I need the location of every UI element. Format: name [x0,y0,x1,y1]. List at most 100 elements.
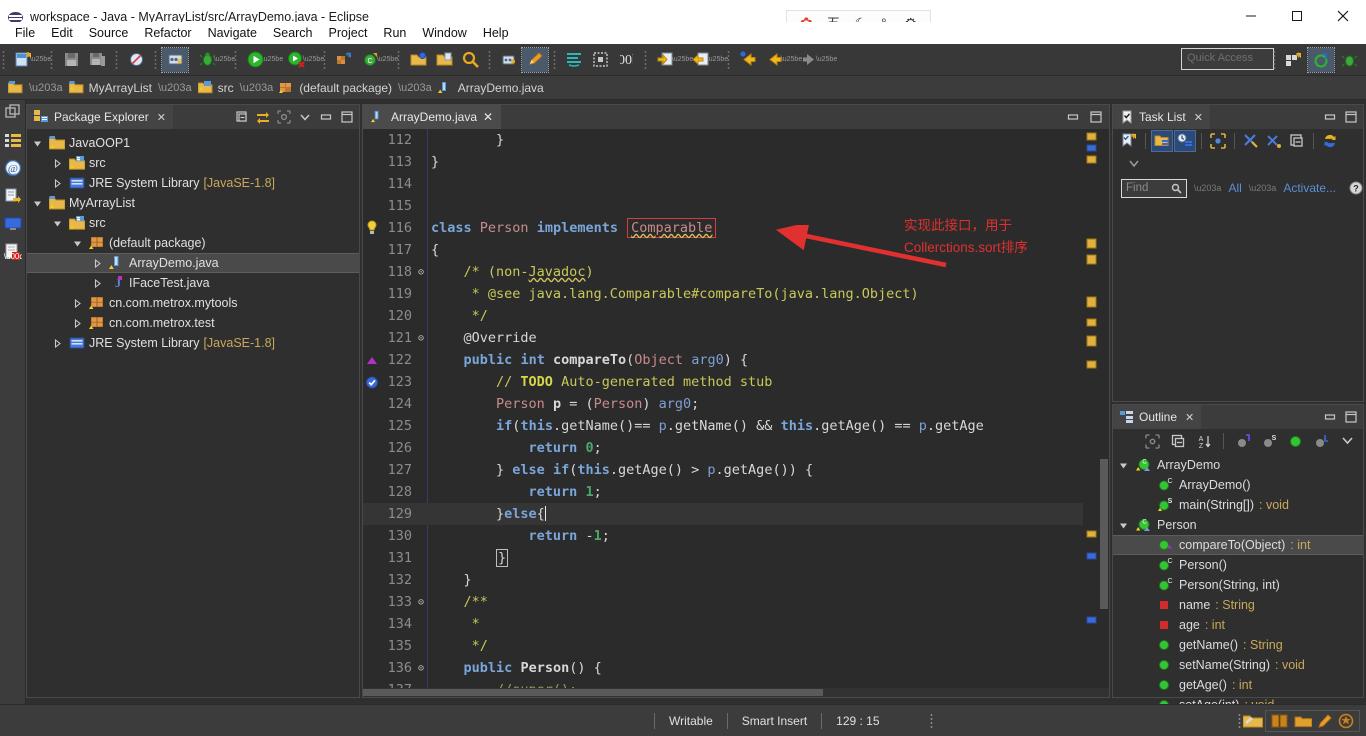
tree-item[interactable]: cn.com.metrox.mytools [27,293,359,313]
minimize-icon[interactable] [1322,409,1338,425]
book-icon[interactable] [1271,713,1289,729]
code-line[interactable]: 133 ⊝ /** [363,591,1083,613]
coverage-dropdown[interactable]: \u25be [303,48,324,72]
help-icon[interactable]: ? [1349,181,1363,195]
breadcrumb-root-icon[interactable] [8,80,23,95]
code-line[interactable]: 123 // TODO Auto-generated method stub [363,371,1083,393]
next-annotation-dropdown[interactable]: \u25be [672,48,693,72]
menu-source[interactable]: Source [81,24,137,43]
edit-button[interactable] [521,46,549,73]
outline-item[interactable]: age: int [1113,615,1363,635]
save-button[interactable] [58,48,84,72]
collapse-all-icon[interactable] [1287,131,1307,151]
synchronize-icon[interactable] [1320,131,1340,151]
restore-perspective-icon[interactable] [3,102,23,122]
debug-perspective-button[interactable] [1336,48,1362,72]
sort-icon[interactable]: A Z [1194,431,1214,451]
outline-tree[interactable]: C ArrayDemo C ArrayDemo() Smain(String[]): v… [1113,453,1363,715]
hide-nonpublic-icon[interactable] [1285,431,1305,451]
outline-item[interactable]: Smain(String[]): void [1113,495,1363,515]
code-line[interactable]: 125 if(this.getName()== p.getName() && t… [363,415,1083,437]
gutter-marker-override[interactable] [365,352,379,368]
menu-search[interactable]: Search [265,24,321,43]
menu-project[interactable]: Project [321,24,376,43]
tree-item[interactable]: JRE System Library [JavaSE-1.8] [27,173,359,193]
outline-item[interactable]: compareTo(Object): int [1113,535,1363,555]
tree-item[interactable]: (default package) [27,233,359,253]
maximize-editor-icon[interactable] [1088,109,1104,125]
hide-static-icon[interactable]: S [1259,431,1279,451]
debug-button[interactable] [194,48,220,72]
previous-annotation-button[interactable] [687,48,713,72]
toggle-block-selection-button[interactable] [561,48,587,72]
collapse-all-icon[interactable] [234,109,250,125]
link-with-editor-icon[interactable] [255,109,271,125]
tree-item[interactable]: src [27,213,359,233]
declaration-rail-icon[interactable] [3,186,23,206]
code-line[interactable]: 126 return 0; [363,437,1083,459]
focus-icon[interactable] [276,109,292,125]
fold-toggle-icon[interactable]: ⊝ [415,663,427,674]
tree-twisty-icon[interactable] [73,239,85,248]
code-line[interactable]: 130 return -1; [363,525,1083,547]
tab-task-list[interactable]: Task List ✕ [1113,105,1210,129]
code-line[interactable]: 112 } [363,129,1083,151]
tree-twisty-icon[interactable] [53,338,65,348]
code-line[interactable]: 135 */ [363,635,1083,657]
outline-item[interactable]: setName(String): void [1113,655,1363,675]
menu-navigate[interactable]: Navigate [200,24,265,43]
editor-tab-arraydemo[interactable]: ArrayDemo.java ✕ [363,105,502,129]
java-perspective-button[interactable] [1307,47,1335,73]
code-line[interactable]: 128 return 1; [363,481,1083,503]
menu-help[interactable]: Help [475,24,517,43]
tree-item[interactable]: cn.com.metrox.test [27,313,359,333]
tree-twisty-icon[interactable] [53,178,65,188]
tab-outline[interactable]: Outline ✕ [1113,405,1202,429]
menu-refactor[interactable]: Refactor [136,24,199,43]
task-find-input[interactable]: Find [1121,178,1187,198]
debug-dropdown[interactable]: \u25be [214,48,235,72]
tree-twisty-icon[interactable] [93,278,105,288]
fold-toggle-icon[interactable]: ⊝ [415,267,427,278]
new-wizard-button[interactable] [10,48,36,72]
minimize-icon[interactable] [318,109,334,125]
minimize-icon[interactable] [1322,109,1338,125]
code-line[interactable]: 121 ⊝ @Override [363,327,1083,349]
focus-icon[interactable] [1142,431,1162,451]
tree-twisty-icon[interactable] [33,139,45,148]
tree-item[interactable]: ArrayDemo.java [27,253,359,273]
maximize-icon[interactable] [1343,109,1359,125]
editor-vertical-scrollbar[interactable] [1099,129,1109,697]
close-icon[interactable]: ✕ [1185,411,1194,424]
open-type-button[interactable] [405,48,431,72]
close-icon[interactable]: ✕ [1194,111,1203,124]
tree-item[interactable]: src [27,153,359,173]
code-line[interactable]: 136 ⊝ public Person() { [363,657,1083,679]
task-filter-all-link[interactable]: All [1228,181,1241,195]
close-icon[interactable]: ✕ [157,111,166,124]
new-task-icon[interactable] [1119,131,1139,151]
code-line[interactable]: 120 */ [363,305,1083,327]
back-button[interactable] [735,48,761,72]
code-line[interactable]: 124 Person p = (Person) arg0; [363,393,1083,415]
schedule-icon[interactable] [1174,130,1196,152]
new-class-dropdown[interactable]: \u25be [377,48,398,72]
code-line[interactable]: 118 ⊝ /* (non-Javadoc) [363,261,1083,283]
open-perspective-button[interactable] [1280,48,1306,72]
task-activate-link[interactable]: Activate... [1283,181,1336,195]
view-menu-icon[interactable] [297,109,313,125]
scrollbar-thumb[interactable] [1100,459,1108,609]
run-dropdown[interactable]: \u25be [262,48,283,72]
tree-item[interactable]: MyArrayList [27,193,359,213]
editor-overview-ruler[interactable] [1085,129,1099,697]
code-line[interactable]: 129 }else{ [363,503,1083,525]
forward-dropdown[interactable]: \u25be [816,48,837,72]
menu-edit[interactable]: Edit [43,24,81,43]
menu-window[interactable]: Window [414,24,474,43]
editor-tray-icon[interactable] [1243,712,1263,730]
next-annotation-button[interactable] [652,48,678,72]
code-line[interactable]: 114 [363,173,1083,195]
forward-button[interactable] [796,48,822,72]
fold-toggle-icon[interactable]: ⊝ [415,333,427,344]
tree-item[interactable]: JRE System Library [JavaSE-1.8] [27,333,359,353]
